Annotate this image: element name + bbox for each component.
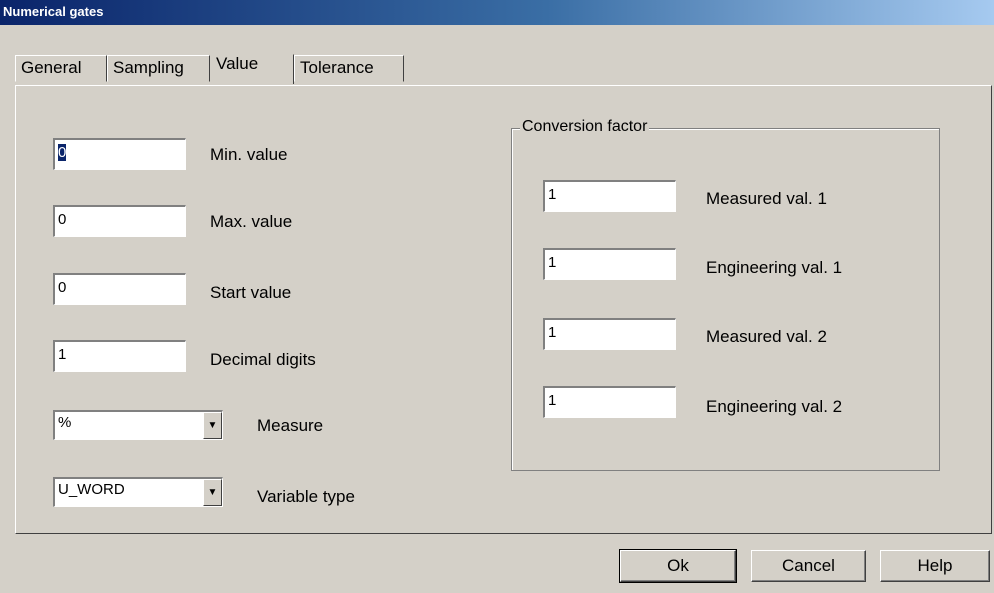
measured-val-1-input[interactable]: 1 [543, 180, 676, 212]
measured-val-1-text: 1 [548, 186, 557, 203]
max-value-text: 0 [58, 211, 67, 228]
min-value-text: 0 [58, 144, 67, 161]
tab-general[interactable]: General [15, 55, 107, 82]
decimal-digits-input[interactable]: 1 [53, 340, 186, 372]
tab-tolerance-label: Tolerance [300, 58, 374, 77]
tab-general-label: General [21, 58, 82, 77]
chevron-down-icon[interactable]: ▼ [203, 479, 222, 506]
engineering-val-2-label: Engineering val. 2 [706, 397, 843, 416]
engineering-val-2-input[interactable]: 1 [543, 386, 676, 418]
tab-sampling-label: Sampling [113, 58, 184, 77]
measure-label: Measure [257, 416, 324, 435]
engineering-val-2-text: 1 [548, 392, 557, 409]
variable-type-label: Variable type [257, 487, 355, 506]
decimal-digits-label: Decimal digits [210, 350, 316, 369]
min-value-label: Min. value [210, 145, 288, 164]
cancel-button[interactable]: Cancel [751, 550, 866, 582]
chevron-down-icon[interactable]: ▼ [203, 412, 222, 439]
ok-button[interactable]: Ok [619, 549, 737, 583]
measure-value: % [58, 414, 72, 431]
max-value-input[interactable]: 0 [53, 205, 186, 237]
start-value-input[interactable]: 0 [53, 273, 186, 305]
measured-val-1-label: Measured val. 1 [706, 189, 827, 208]
help-button[interactable]: Help [880, 550, 990, 582]
start-value-text: 0 [58, 279, 67, 296]
conversion-factor-title: Conversion factor [520, 118, 650, 136]
engineering-val-1-text: 1 [548, 254, 557, 271]
engineering-val-1-input[interactable]: 1 [543, 248, 676, 280]
measure-select[interactable]: % ▼ [53, 410, 223, 440]
tab-sampling[interactable]: Sampling [107, 55, 210, 82]
measured-val-2-label: Measured val. 2 [706, 327, 827, 346]
title-bar: Numerical gates [0, 0, 994, 25]
variable-type-value: U_WORD [58, 481, 125, 498]
start-value-label: Start value [210, 283, 292, 302]
tab-value[interactable]: Value [210, 54, 294, 84]
tab-value-label: Value [216, 54, 259, 73]
decimal-digits-text: 1 [58, 346, 67, 363]
measured-val-2-text: 1 [548, 324, 557, 341]
variable-type-select[interactable]: U_WORD ▼ [53, 477, 223, 507]
measured-val-2-input[interactable]: 1 [543, 318, 676, 350]
engineering-val-1-label: Engineering val. 1 [706, 258, 843, 277]
min-value-input[interactable]: 0 [53, 138, 186, 170]
window-title: Numerical gates [3, 4, 104, 19]
max-value-label: Max. value [210, 212, 293, 231]
tab-tolerance[interactable]: Tolerance [294, 55, 404, 82]
